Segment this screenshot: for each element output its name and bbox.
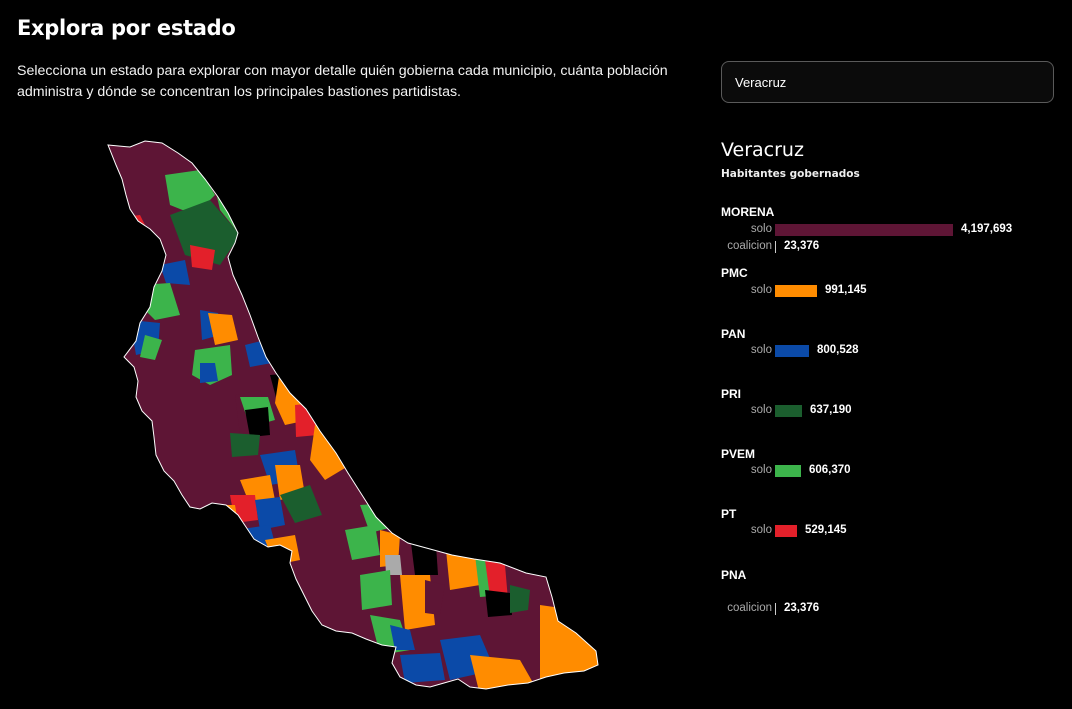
value-morena-coalition: 23,376 [784, 240, 820, 252]
solo-label: solo [750, 464, 772, 476]
bar-pt-solo [775, 525, 797, 537]
party-name: PVEM [721, 447, 756, 461]
value-pna-coalition: 23,376 [784, 602, 820, 614]
bar-pri-solo [775, 405, 802, 417]
bar-pvem-solo [775, 465, 801, 477]
state-select-value: Veracruz [735, 74, 787, 90]
party-name: PRI [721, 387, 742, 401]
solo-label: solo [750, 524, 772, 536]
intro-text: Selecciona un estado para explorar con m… [17, 61, 668, 103]
value-pt-solo: 529,145 [805, 524, 847, 536]
solo-label: solo [750, 404, 772, 416]
solo-label: solo [750, 223, 772, 235]
coalition-tick [775, 603, 776, 615]
value-morena-solo: 4,197,693 [961, 223, 1013, 235]
party-name: PT [721, 507, 737, 521]
value-pmc-solo: 991,145 [825, 284, 867, 296]
intro-line-2: administra y dónde se concentran los pri… [17, 84, 461, 100]
value-pan-solo: 800,528 [817, 344, 859, 356]
coalition-label: coalicion [727, 602, 772, 614]
panel-subtitle: Habitantes gobernados [721, 168, 860, 180]
state-name: Veracruz [721, 139, 804, 161]
bar-pmc-solo [775, 285, 817, 297]
map-regions[interactable] [100, 135, 610, 695]
coalition-tick [775, 241, 776, 253]
page-title: Explora por estado [17, 16, 236, 40]
value-pri-solo: 637,190 [810, 404, 852, 416]
state-select[interactable]: Veracruz [721, 61, 1054, 103]
coalition-label: coalicion [727, 240, 772, 252]
solo-label: solo [750, 344, 772, 356]
party-name: MORENA [721, 205, 775, 219]
solo-label: solo [750, 284, 772, 296]
party-name: PNA [721, 568, 747, 582]
value-pvem-solo: 606,370 [809, 464, 851, 476]
municipality-map[interactable] [100, 135, 610, 695]
bar-morena-solo [775, 224, 953, 236]
party-name: PMC [721, 266, 748, 280]
party-name: PAN [721, 327, 746, 341]
intro-line-1: Selecciona un estado para explorar con m… [17, 63, 668, 79]
bar-pan-solo [775, 345, 809, 357]
